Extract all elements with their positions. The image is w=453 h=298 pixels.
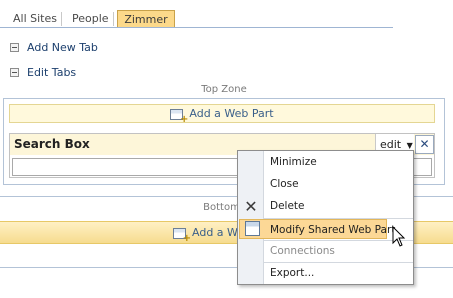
tab-zimmer[interactable]: Zimmer xyxy=(117,10,175,28)
menu-item-close[interactable]: Close xyxy=(264,174,413,194)
edit-tabs-link[interactable]: Edit Tabs xyxy=(10,65,100,81)
add-web-part-icon xyxy=(173,227,191,244)
site-tab-bar: All Sites People Zimmer xyxy=(0,0,453,30)
add-web-part-icon xyxy=(170,108,188,125)
chevron-down-icon: ▼ xyxy=(406,141,413,150)
add-new-tab-link[interactable]: Add New Tab xyxy=(10,40,120,56)
edit-tabs-label: Edit Tabs xyxy=(27,66,77,79)
menu-item-modify-shared-web-part[interactable]: Modify Shared Web Part xyxy=(239,219,395,239)
web-part-edit-icon xyxy=(245,221,260,236)
tab-people[interactable]: People xyxy=(70,10,111,27)
tab-divider xyxy=(61,12,62,26)
bullet-icon xyxy=(10,68,19,77)
add-new-tab-label: Add New Tab xyxy=(27,41,98,54)
menu-icon-gutter xyxy=(238,151,264,284)
tab-divider xyxy=(113,12,114,26)
top-zone-label: Top Zone xyxy=(201,84,247,95)
add-web-part-button[interactable]: Add a Web Part xyxy=(9,104,435,125)
menu-item-export[interactable]: Export... xyxy=(264,263,413,283)
tab-underline xyxy=(0,27,393,28)
web-part-context-menu: Minimize Close ✕ Delete Modify Shared We… xyxy=(237,150,414,285)
menu-item-connections: Connections xyxy=(270,245,335,257)
mouse-cursor-icon xyxy=(392,226,406,247)
bullet-icon xyxy=(10,43,19,52)
menu-item-delete[interactable]: Delete xyxy=(264,196,413,216)
modify-shared-web-part-label: Modify Shared Web Part xyxy=(270,224,396,236)
add-web-part-label: Add a Web Part xyxy=(189,107,274,120)
tab-all-sites[interactable]: All Sites xyxy=(11,10,59,27)
web-part-close-button[interactable]: ✕ xyxy=(415,135,434,154)
bottom-add-web-part-label: Add a W xyxy=(192,226,238,239)
close-icon: ✕ xyxy=(244,197,258,216)
menu-item-minimize[interactable]: Minimize xyxy=(264,152,413,172)
